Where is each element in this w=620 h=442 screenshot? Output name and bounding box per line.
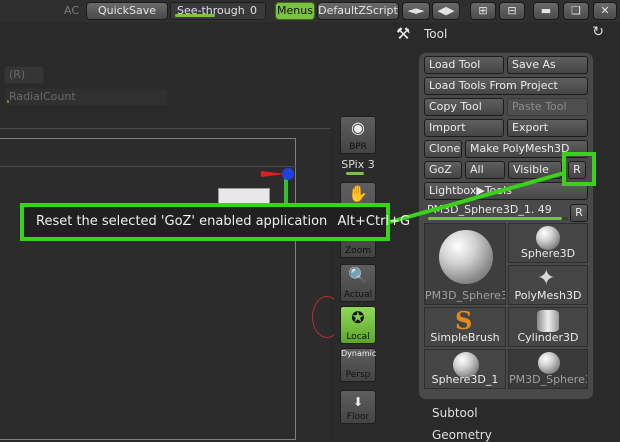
tooltip-shortcut: Alt+Ctrl+G — [337, 214, 411, 229]
tooltip-text: Reset the selected 'GoZ' enabled applica… — [36, 214, 328, 229]
tooltip: Reset the selected 'GoZ' enabled applica… — [20, 203, 410, 241]
tooltip-highlight — [562, 152, 596, 186]
